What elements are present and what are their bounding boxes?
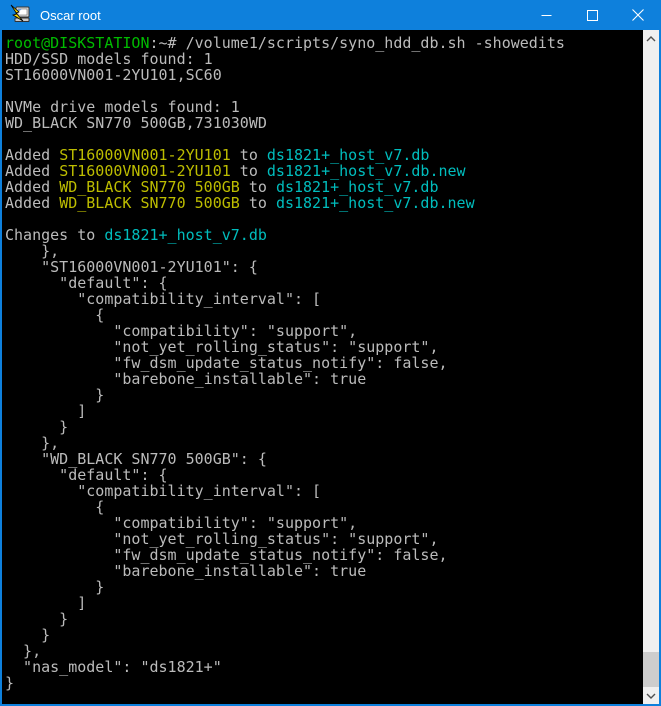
close-icon [632,9,644,21]
chevron-down-icon [646,693,656,699]
putty-window: Oscar root root@DISKSTATION:~# /volume1/… [0,0,661,706]
scrollbar-thumb[interactable] [643,652,659,687]
terminal-line: "barebone_installable": true [5,563,643,579]
terminal-line: } [5,419,643,435]
terminal-line: "compatibility_interval": [ [5,483,643,499]
terminal-line: "compatibility_interval": [ [5,291,643,307]
terminal-line: } [5,579,643,595]
terminal-line: WD_BLACK SN770 500GB,731030WD [5,115,643,131]
terminal-line [5,211,643,227]
window-body: root@DISKSTATION:~# /volume1/scripts/syn… [2,30,659,704]
terminal-line: "not_yet_rolling_status": "support", [5,339,643,355]
terminal-line: { [5,499,643,515]
terminal-line [5,83,643,99]
terminal-line: HDD/SSD models found: 1 [5,51,643,67]
terminal-line: } [5,675,643,691]
terminal-line: Added ST16000VN001-2YU101 to ds1821+_hos… [5,147,643,163]
terminal-line: Changes to ds1821+_host_v7.db [5,227,643,243]
terminal-line: }, [5,643,643,659]
terminal-line: "barebone_installable": true [5,371,643,387]
scrollbar-track[interactable] [643,47,659,687]
scroll-up-button[interactable] [643,30,659,47]
terminal-line [5,131,643,147]
terminal-line: "ST16000VN001-2YU101": { [5,259,643,275]
scroll-down-button[interactable] [643,687,659,704]
minimize-button[interactable] [523,0,569,30]
terminal-line: }, [5,243,643,259]
terminal-line: Added WD_BLACK SN770 500GB to ds1821+_ho… [5,195,643,211]
maximize-icon [587,10,598,21]
terminal-line: }, [5,435,643,451]
terminal-line: "WD_BLACK SN770 500GB": { [5,451,643,467]
minimize-icon [541,10,552,21]
scrollbar[interactable] [643,30,659,704]
terminal-line: ] [5,595,643,611]
terminal-line: "compatibility": "support", [5,323,643,339]
terminal-line: Added WD_BLACK SN770 500GB to ds1821+_ho… [5,179,643,195]
terminal-line: Added ST16000VN001-2YU101 to ds1821+_hos… [5,163,643,179]
terminal-line: "nas_model": "ds1821+" [5,659,643,675]
terminal-line: "fw_dsm_update_status_notify": false, [5,355,643,371]
chevron-up-icon [646,36,656,42]
terminal-line: } [5,387,643,403]
maximize-button[interactable] [569,0,615,30]
terminal-line: { [5,307,643,323]
terminal-line: root@DISKSTATION:~# /volume1/scripts/syn… [5,35,643,51]
window-title: Oscar root [40,8,101,23]
terminal-line: } [5,627,643,643]
terminal-line: "default": { [5,275,643,291]
close-button[interactable] [615,0,661,30]
terminal-line: ST16000VN001-2YU101,SC60 [5,67,643,83]
terminal-line: } [5,611,643,627]
terminal-line: "default": { [5,467,643,483]
terminal-line: ] [5,403,643,419]
terminal-line: "compatibility": "support", [5,515,643,531]
putty-icon[interactable] [9,4,31,26]
terminal-line: NVMe drive models found: 1 [5,99,643,115]
terminal-line: "fw_dsm_update_status_notify": false, [5,547,643,563]
terminal-output[interactable]: root@DISKSTATION:~# /volume1/scripts/syn… [2,30,643,704]
terminal-line: "not_yet_rolling_status": "support", [5,531,643,547]
titlebar[interactable]: Oscar root [0,0,661,30]
